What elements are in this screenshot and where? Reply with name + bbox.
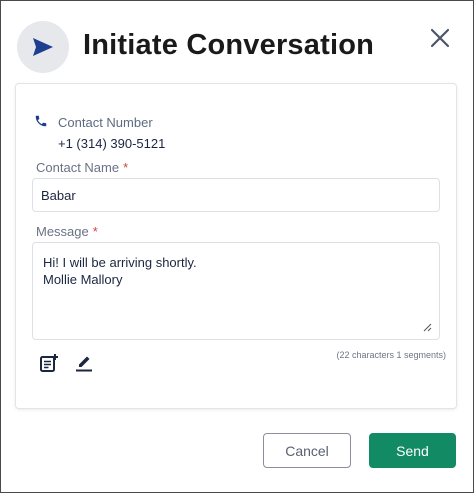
contact-name-input[interactable] bbox=[32, 178, 440, 212]
phone-icon bbox=[35, 115, 47, 127]
required-marker: * bbox=[123, 160, 129, 175]
signature-edit-icon bbox=[76, 356, 92, 372]
message-textarea[interactable] bbox=[32, 242, 440, 340]
add-template-icon bbox=[40, 354, 58, 372]
contact-name-label: Contact Name * bbox=[36, 160, 128, 175]
contact-name-label-text: Contact Name bbox=[36, 160, 120, 175]
cancel-button[interactable]: Cancel bbox=[263, 433, 351, 468]
header-icon-badge bbox=[17, 21, 69, 73]
message-character-counter: (22 characters 1 segments) bbox=[336, 350, 446, 360]
conversation-form-card: Contact Number +1 (314) 390-5121 Contact… bbox=[15, 83, 457, 409]
send-button[interactable]: Send bbox=[369, 433, 456, 468]
message-label-text: Message bbox=[36, 224, 89, 239]
dialog-title: Initiate Conversation bbox=[83, 29, 375, 61]
signature-button[interactable] bbox=[73, 352, 95, 374]
contact-number-label: Contact Number bbox=[58, 115, 153, 130]
close-button[interactable] bbox=[425, 23, 455, 53]
required-marker: * bbox=[92, 224, 98, 239]
close-icon bbox=[430, 28, 450, 48]
contact-number-value: +1 (314) 390-5121 bbox=[58, 136, 166, 151]
message-label: Message * bbox=[36, 224, 98, 239]
resize-handle-icon[interactable] bbox=[422, 322, 432, 332]
insert-template-button[interactable] bbox=[38, 352, 60, 374]
initiate-conversation-dialog: Initiate Conversation Contact Number +1 … bbox=[0, 0, 474, 493]
send-icon bbox=[33, 38, 53, 56]
